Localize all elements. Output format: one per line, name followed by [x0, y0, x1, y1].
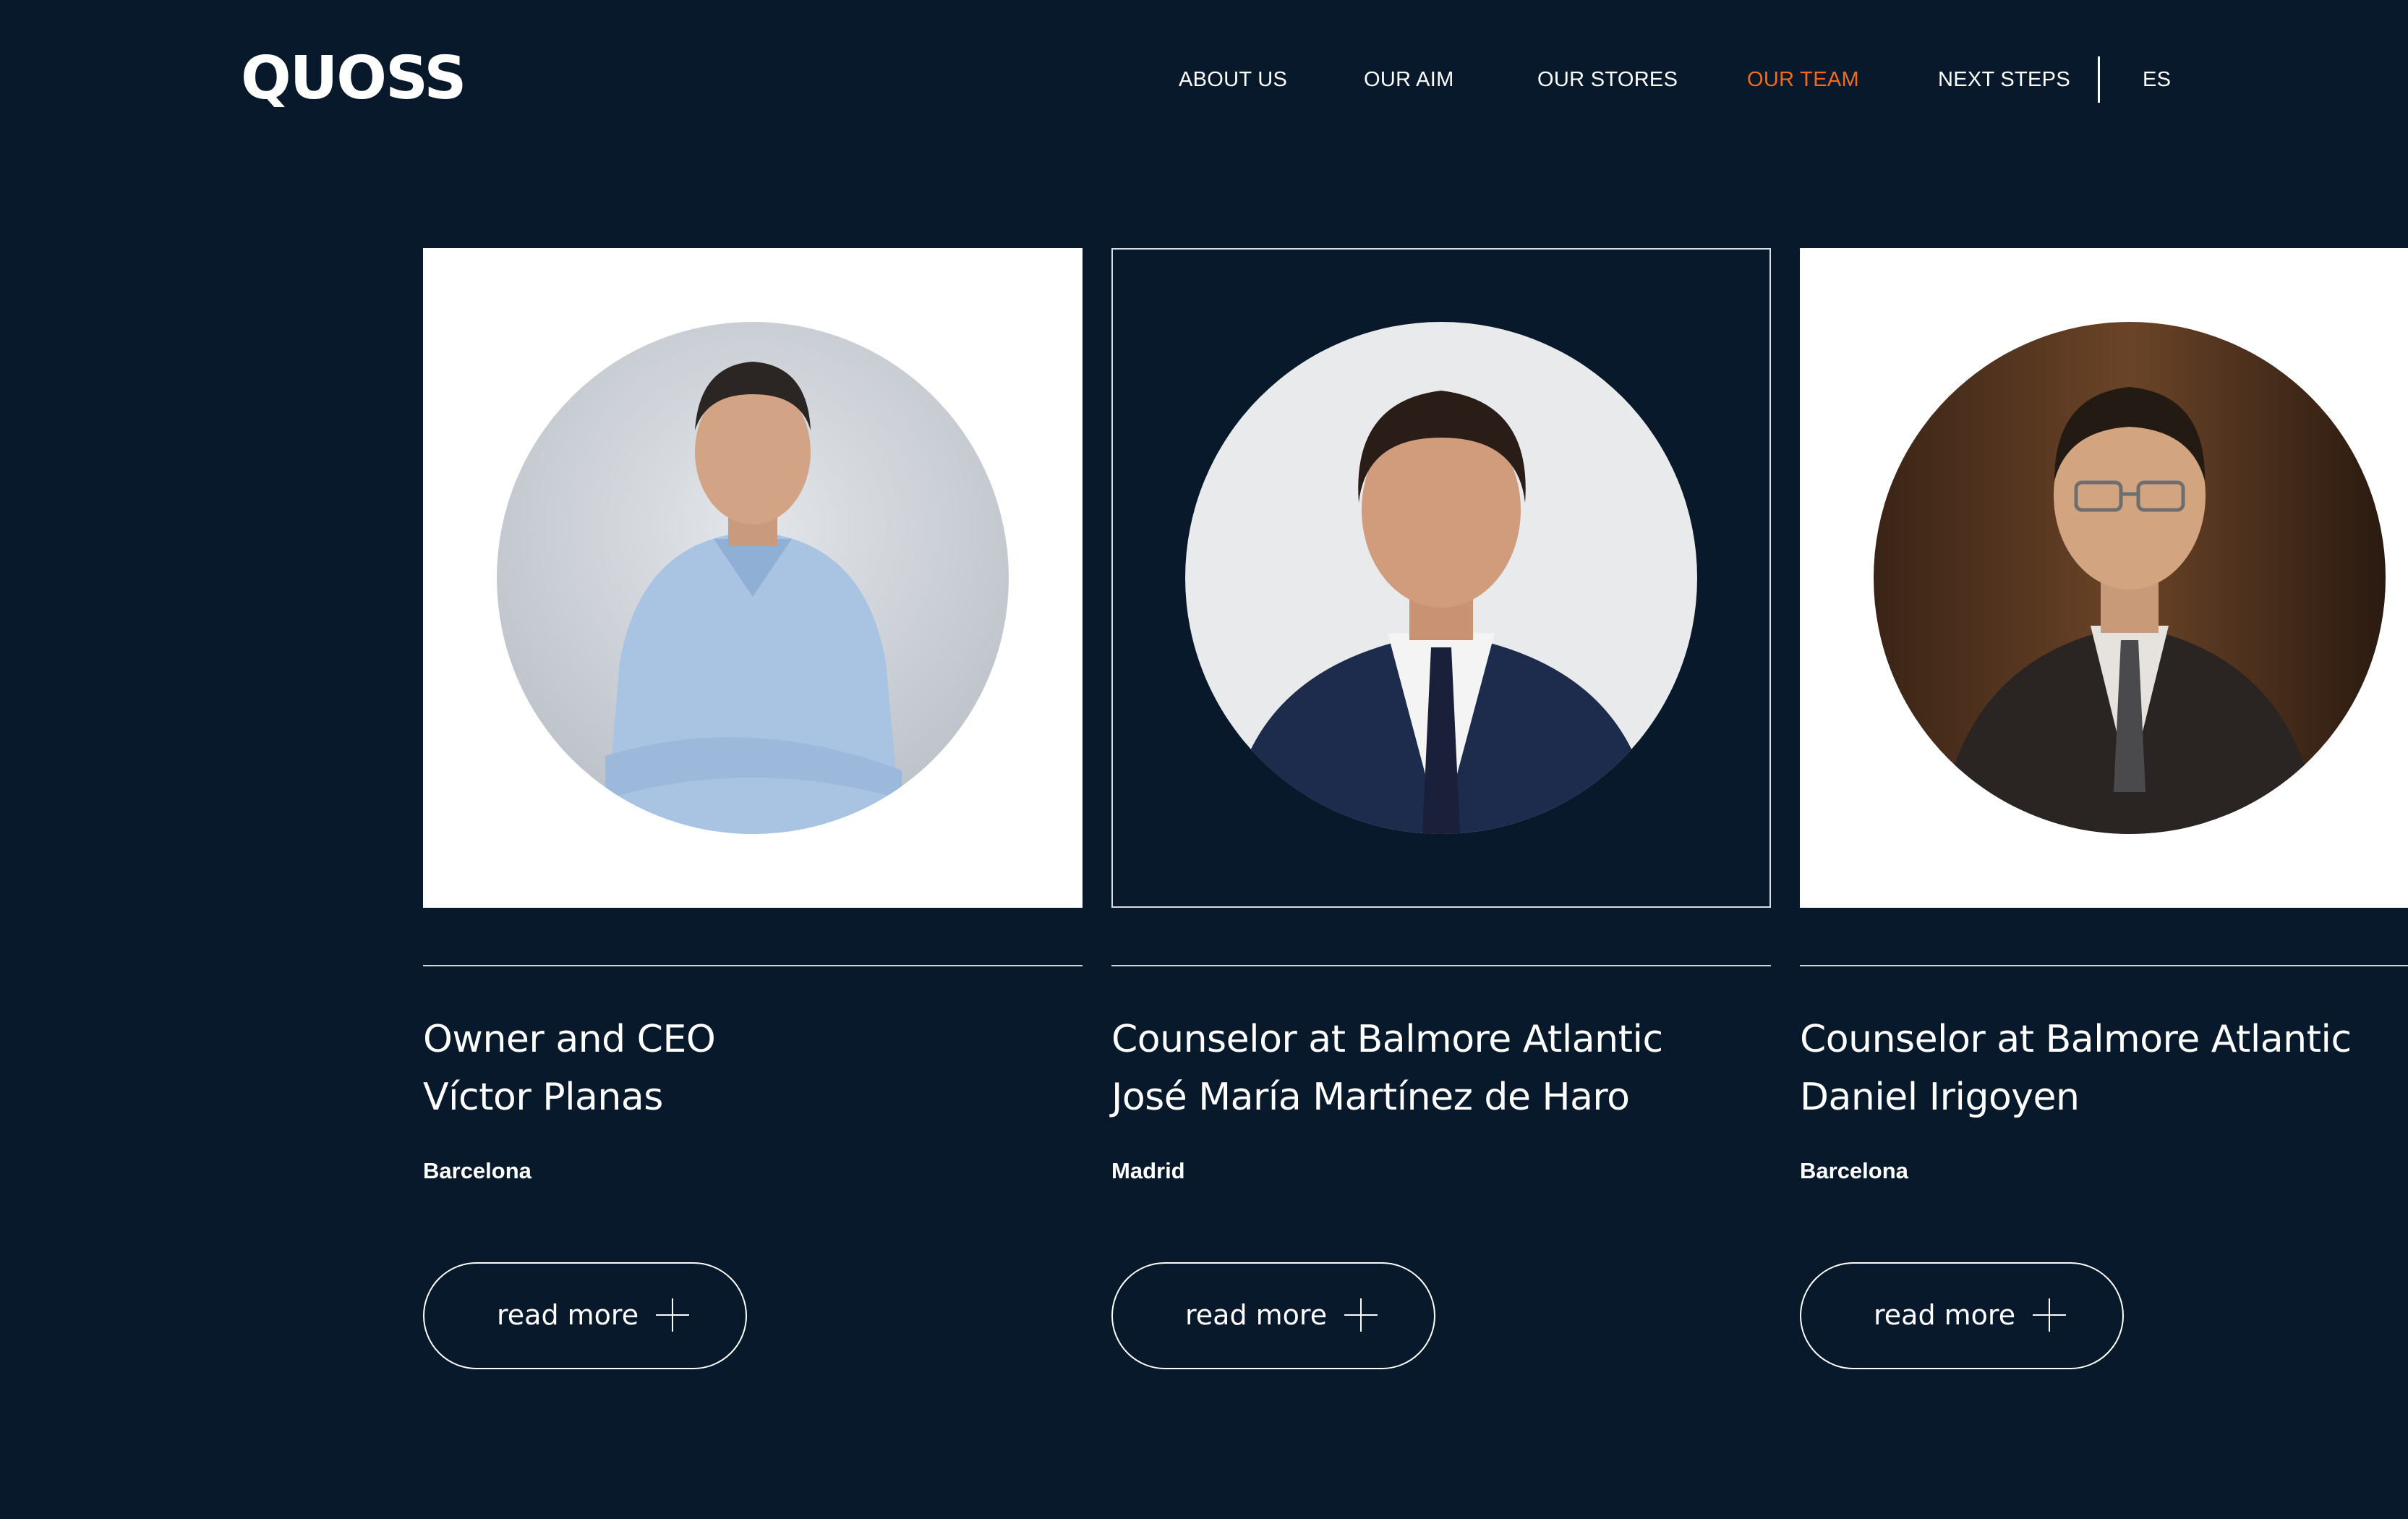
nav-next-steps[interactable]: NEXT STEPS [1938, 55, 2070, 104]
team-photo-frame [423, 248, 1083, 908]
nav-our-aim[interactable]: OUR AIM [1364, 55, 1454, 104]
team-card-jose-maria-martinez-de-haro: Counselor at Balmore Atlantic José María… [1111, 248, 1771, 1369]
language-switch-es[interactable]: ES [2143, 55, 2171, 104]
avatar [497, 322, 1009, 834]
read-more-button[interactable]: read more [1800, 1262, 2124, 1369]
member-city: Barcelona [1800, 1158, 1908, 1183]
plus-icon [656, 1298, 689, 1332]
read-more-button[interactable]: read more [1111, 1262, 1435, 1369]
member-role: Counselor at Balmore Atlantic [1111, 1018, 1663, 1061]
team-photo-frame [1111, 248, 1771, 908]
avatar [1874, 322, 2386, 834]
portrait-illustration [497, 322, 1009, 834]
member-role: Counselor at Balmore Atlantic [1800, 1018, 2352, 1061]
nav-divider [2098, 56, 2100, 103]
team-card-victor-planas: Owner and CEO Víctor Planas Barcelona re… [423, 248, 1083, 1369]
nav-about-us[interactable]: ABOUT US [1179, 55, 1287, 104]
portrait-illustration [1185, 322, 1697, 834]
member-city: Madrid [1111, 1158, 1185, 1183]
plus-icon [2033, 1298, 2066, 1332]
team-card-daniel-irigoyen: Counselor at Balmore Atlantic Daniel Iri… [1800, 248, 2408, 1369]
member-name: Víctor Planas [423, 1076, 663, 1119]
read-more-button[interactable]: read more [423, 1262, 747, 1369]
read-more-label: read more [1185, 1299, 1328, 1331]
card-divider [1111, 965, 1771, 966]
read-more-label: read more [497, 1299, 639, 1331]
nav-our-team[interactable]: OUR TEAM [1747, 55, 1859, 104]
card-divider [1800, 965, 2408, 966]
member-name: José María Martínez de Haro [1111, 1076, 1630, 1119]
member-role: Owner and CEO [423, 1018, 716, 1061]
member-city: Barcelona [423, 1158, 531, 1183]
card-divider [423, 965, 1083, 966]
avatar [1185, 322, 1697, 834]
member-name: Daniel Irigoyen [1800, 1076, 2080, 1119]
plus-icon [1344, 1298, 1378, 1332]
team-photo-frame [1800, 248, 2408, 908]
portrait-illustration [1874, 322, 2386, 834]
nav-our-stores[interactable]: OUR STORES [1537, 55, 1678, 104]
read-more-label: read more [1874, 1299, 2016, 1331]
main-nav: ABOUT US OUR AIM OUR STORES OUR TEAM NEX… [0, 55, 2408, 104]
